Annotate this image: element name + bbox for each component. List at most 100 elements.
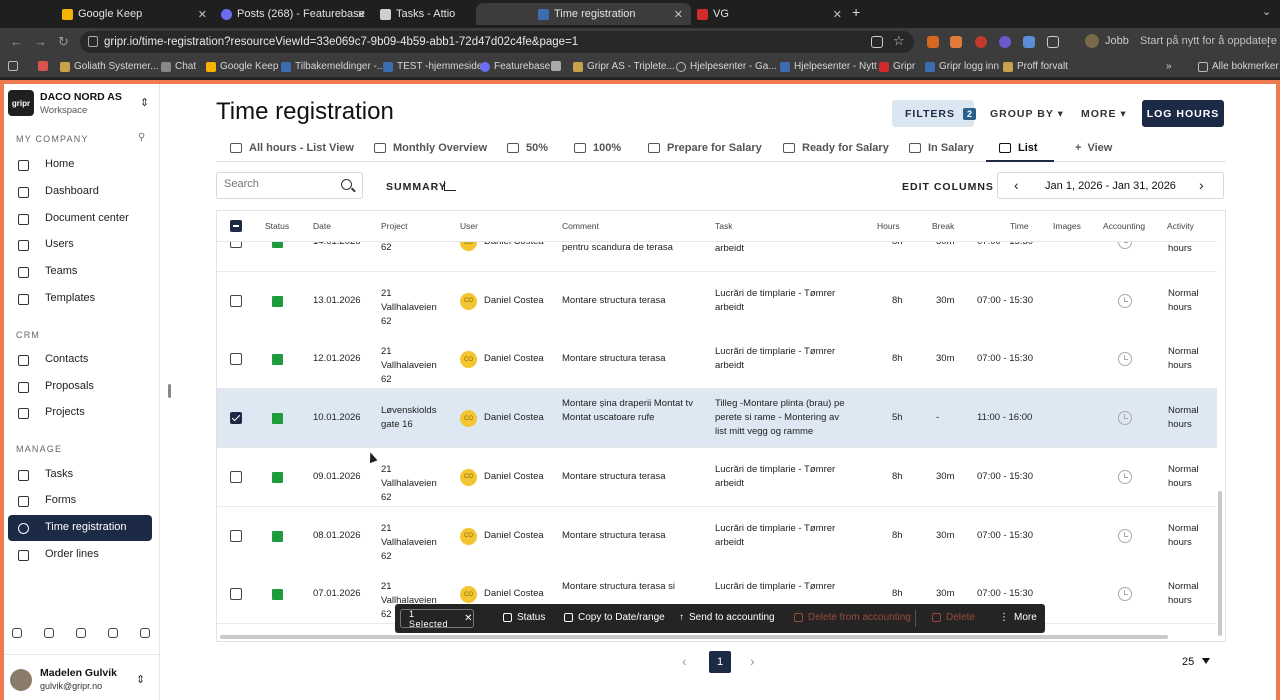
extension-icon[interactable] [999,36,1011,48]
install-icon[interactable] [871,36,883,48]
sidebar-item-order-lines[interactable]: Order lines [8,542,152,568]
bulk-status-button[interactable]: Status [503,612,545,623]
row-checkbox[interactable] [230,294,242,307]
status-indicator[interactable] [272,354,283,366]
status-indicator[interactable] [272,589,283,601]
sidebar-item-time-registration[interactable]: Time registration [8,515,152,541]
user-menu[interactable]: Madelen Gulvik gulvik@gripr.no ⇕ [4,654,160,700]
status-indicator[interactable] [272,471,283,483]
row-checkbox[interactable] [230,470,242,483]
tab-in-salary[interactable]: In Salary [909,142,974,154]
table-row[interactable]: CO 08.01.2026 21 Vallhalaveien 62 Daniel Co… [217,506,1217,566]
bookmark-item[interactable]: Hjelpesenter - Ga... [676,61,777,72]
row-checkbox[interactable] [230,529,242,542]
back-icon[interactable]: ← [10,34,23,49]
caret-down-icon[interactable] [1202,658,1210,664]
more-button[interactable]: MORE ▾ [1081,108,1127,120]
bookmark-item[interactable]: Hjelpesenter - Nytt [780,61,877,72]
chevron-right-icon[interactable]: › [750,653,755,669]
bug-icon[interactable] [12,628,22,638]
sidebar-item-forms[interactable]: Forms [8,488,152,514]
tab-100-percent[interactable]: 100% [574,142,621,154]
vertical-scrollbar[interactable] [1218,491,1222,636]
sidebar-item-dashboard[interactable]: Dashboard [8,179,152,205]
sidebar-item-templates[interactable]: Templates [8,286,152,312]
chat-icon[interactable] [108,628,118,638]
column-header-project[interactable]: Project [381,221,407,231]
tab-add-view[interactable]: + View [1075,142,1112,154]
pin-icon[interactable]: ⚲ [138,132,145,143]
book-icon[interactable] [76,628,86,638]
bulk-copy-to-date-button[interactable]: Copy to Date/range [564,612,665,623]
log-hours-button[interactable]: LOG HOURS [1142,100,1224,127]
sidebar-item-projects[interactable]: Projects [8,400,152,426]
column-header-activity[interactable]: Activity [1167,221,1194,231]
search-input[interactable] [224,178,334,190]
extension-icon[interactable] [927,36,939,48]
column-header-images[interactable]: Images [1053,221,1081,231]
bookmark-item[interactable]: Tilbakemeldinger -... [281,61,385,72]
bookmark-item[interactable]: Featurebase [480,61,550,72]
all-bookmarks[interactable]: Alle bokmerker [1198,61,1279,72]
summary-icon[interactable] [444,181,456,191]
edit-columns-button[interactable]: EDIT COLUMNS [902,181,994,193]
column-header-break[interactable]: Break [932,221,954,231]
tab-prepare-for-salary[interactable]: Prepare for Salary [648,142,762,154]
tab-monthly-overview[interactable]: Monthly Overview [374,142,487,154]
column-header-task[interactable]: Task [715,221,732,231]
url-field[interactable]: gripr.io/time-registration?resourceViewI… [80,31,914,53]
tab-all-hours-list-view[interactable]: All hours - List View [230,142,354,154]
sidebar-item-users[interactable]: Users [8,232,152,258]
column-header-accounting[interactable]: Accounting [1103,221,1145,231]
filters-button[interactable]: FILTERS 2 [892,100,976,127]
row-checkbox[interactable] [230,412,242,425]
search-icon[interactable] [341,179,352,190]
column-header-hours[interactable]: Hours [877,221,900,231]
sidebar-collapse-handle[interactable] [168,384,171,398]
workspace-switcher[interactable]: gripr DACO NORD AS Workspace ⇕ [8,90,156,120]
star-icon[interactable]: ☆ [893,33,905,49]
bookmark-item[interactable] [551,61,561,71]
bulk-delete-from-accounting-button[interactable]: Delete from accounting [794,612,911,623]
sidebar-item-proposals[interactable]: Proposals [8,374,152,400]
profile-button[interactable]: Jobb [1085,34,1129,48]
accounting-clock-icon[interactable] [1118,587,1132,602]
accounting-clock-icon[interactable] [1118,352,1132,367]
sidebar-item-document-center[interactable]: Document center [8,206,152,232]
sidebar-item-tasks[interactable]: Tasks [8,462,152,488]
bookmark-item[interactable]: Google Keep [206,61,278,72]
column-header-user[interactable]: User [460,221,478,231]
lightbulb-icon[interactable] [44,628,54,638]
bookmark-item[interactable]: Gripr logg inn [925,61,999,72]
extension-icon[interactable] [975,36,987,48]
accounting-clock-icon[interactable] [1118,528,1132,543]
puzzle-icon[interactable] [1047,36,1059,48]
accounting-clock-icon[interactable] [1118,469,1132,484]
row-checkbox[interactable] [230,353,242,366]
bulk-send-to-accounting-button[interactable]: ↑ Send to accounting [679,612,775,623]
group-by-button[interactable]: GROUP BY ▾ [990,108,1064,120]
tab-50-percent[interactable]: 50% [507,142,548,154]
bookmark-item[interactable]: Goliath Systemer... [60,61,158,72]
close-icon[interactable]: ✕ [464,613,473,624]
chevron-left-icon[interactable]: ‹ [682,653,687,669]
extension-icon[interactable] [950,36,962,48]
accounting-clock-icon[interactable] [1118,411,1132,426]
chevron-right-icon[interactable]: › [1199,177,1204,193]
column-header-comment[interactable]: Comment [562,221,599,231]
bookmark-item[interactable]: Proff forvalt [1003,61,1068,72]
bookmark-item[interactable]: Chat [161,61,196,72]
selection-chip[interactable]: 1 Selected ✕ [400,609,474,629]
forward-icon[interactable]: → [34,34,47,49]
bulk-delete-button[interactable]: Delete [932,612,975,623]
table-row[interactable]: CO 10.01.2026 Løvenskiolds gate 16 Daniel C… [217,389,1217,449]
column-header-time[interactable]: Time [1010,221,1029,231]
bookmark-item[interactable]: Gripr [879,61,915,72]
page-number-current[interactable]: 1 [709,651,731,673]
plus-icon[interactable] [140,628,150,638]
bookmark-item[interactable]: Gripr AS - Triplete... [573,61,675,72]
close-icon[interactable]: ✕ [833,8,842,21]
table-row[interactable]: CO 13.01.2026 21 Vallhalaveien 62 Daniel Co… [217,271,1217,331]
chevron-down-icon[interactable]: ⌄ [1262,5,1271,18]
status-indicator[interactable] [272,413,283,425]
